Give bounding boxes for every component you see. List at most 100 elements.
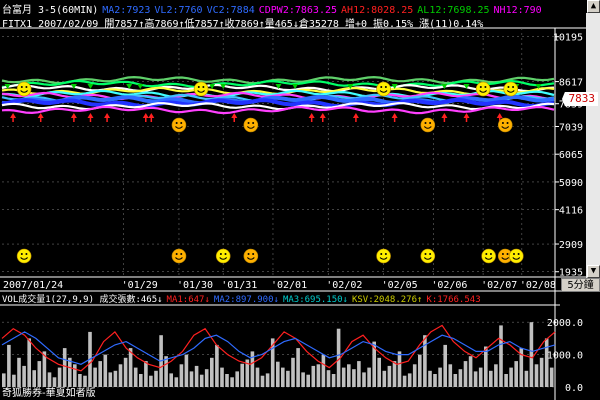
smiley-face <box>171 248 187 264</box>
volume-bar <box>352 369 356 387</box>
volume-bar <box>194 365 199 387</box>
scroll-up-button[interactable]: ▲ <box>587 0 600 13</box>
volume-bar <box>453 374 458 387</box>
volume-bar <box>341 367 346 387</box>
volume-bar <box>164 356 168 387</box>
volume-bar <box>133 367 138 387</box>
indicator-row-item: MA3:695.150↓ <box>282 295 348 305</box>
volume-tick-label: 0.0 <box>565 383 583 394</box>
volume-bar <box>412 364 417 387</box>
smiley-upper-icon <box>475 81 491 97</box>
scroll-down-button[interactable]: ▼ <box>587 265 600 278</box>
volume-bar <box>230 377 234 387</box>
smiley-eye <box>252 253 255 255</box>
smiley-bottom-icon <box>243 248 259 264</box>
volume-bar <box>7 344 11 387</box>
volume-bar <box>199 374 204 387</box>
volume-bar <box>331 374 336 387</box>
smiley-bottom-icon <box>508 248 524 264</box>
smiley-eye <box>506 253 509 255</box>
smiley-eye <box>175 253 178 255</box>
volume-bar <box>484 346 488 387</box>
volume-bar <box>174 377 179 387</box>
smiley-eye <box>484 86 487 88</box>
volume-bar <box>139 374 143 387</box>
volume-bar <box>189 371 194 387</box>
smiley-eye <box>489 253 492 255</box>
volume-bar <box>458 369 463 387</box>
smiley-eye <box>479 86 482 88</box>
time-tick-label: '01/31 <box>221 280 257 291</box>
volume-bar <box>276 361 280 387</box>
indicator-row-item: K:1766.543 <box>426 295 481 305</box>
smiley-upper-icon <box>193 81 209 97</box>
volume-bar <box>281 367 285 387</box>
volume-bar <box>357 361 361 387</box>
smiley-bottom-icon <box>481 248 496 264</box>
smiley-face <box>243 248 259 264</box>
header-row1-item: NH12:790 <box>493 5 542 16</box>
smiley-eye <box>180 253 183 255</box>
volume-bar <box>448 364 453 387</box>
volume-bar <box>326 370 331 387</box>
volume-bar <box>402 375 407 387</box>
smiley-eye <box>380 253 383 255</box>
volume-bar <box>113 370 118 387</box>
volume-bar <box>225 374 229 387</box>
smiley-face <box>16 248 32 264</box>
volume-bar <box>103 354 108 387</box>
smiley-mid-icon <box>420 117 436 133</box>
smiley-face <box>481 248 496 264</box>
volume-bar <box>204 369 209 387</box>
volume-bar <box>98 361 102 387</box>
smiley-face <box>215 248 231 264</box>
time-tick-label: '02/07 <box>481 280 517 291</box>
volume-bar <box>68 357 72 387</box>
volume-bar <box>296 348 300 387</box>
volume-bar <box>255 367 260 387</box>
down-signal-arrow <box>137 84 144 89</box>
indicator-row-item: VOL成交量1(27,9,9) 成交張數:465↓ <box>2 295 163 305</box>
volume-bar <box>473 371 478 387</box>
smiley-eye <box>501 253 504 255</box>
price-tick-label: 2909 <box>559 240 583 251</box>
volume-bar <box>306 374 310 387</box>
smiley-upper-icon <box>503 81 519 97</box>
down-signal-arrow <box>209 84 216 89</box>
volume-bar <box>184 354 189 387</box>
volume-bar <box>311 365 316 387</box>
smiley-face <box>193 81 209 97</box>
smiley-upper-icon <box>376 81 391 97</box>
volume-bar <box>529 322 534 387</box>
volume-bar <box>347 364 351 387</box>
period-selector-button[interactable]: 5分鐘 <box>561 278 600 292</box>
smiley-eye <box>25 86 28 88</box>
volume-bar <box>235 371 239 387</box>
indicator-row-item: MA2:897.900↓ <box>213 295 279 305</box>
smiley-eye <box>384 253 387 255</box>
volume-bar <box>387 365 392 387</box>
volume-bar <box>210 357 214 387</box>
smiley-eye <box>247 253 250 255</box>
smiley-eye <box>247 122 250 124</box>
smiley-bottom-icon <box>16 248 32 264</box>
smiley-face <box>503 81 519 97</box>
volume-bar <box>144 361 148 387</box>
volume-bar <box>392 361 397 387</box>
smiley-bottom-icon <box>171 248 187 264</box>
smiley-eye <box>224 253 227 255</box>
volume-bar <box>108 372 113 387</box>
chart-canvas: 1019586177839703960655090411629091935200… <box>0 27 600 400</box>
scrollbar-track[interactable] <box>586 13 600 278</box>
volume-bar <box>549 367 554 387</box>
smiley-face <box>16 81 32 97</box>
volume-bar <box>514 361 518 387</box>
volume-bar <box>62 348 67 387</box>
smiley-bottom-icon <box>420 248 436 264</box>
volume-bar <box>27 338 31 387</box>
volume-bar <box>301 372 305 387</box>
price-tick-label: 4116 <box>559 206 583 217</box>
volume-bar <box>463 361 468 387</box>
price-tick-label: 10195 <box>553 33 583 44</box>
volume-bar <box>509 367 513 387</box>
